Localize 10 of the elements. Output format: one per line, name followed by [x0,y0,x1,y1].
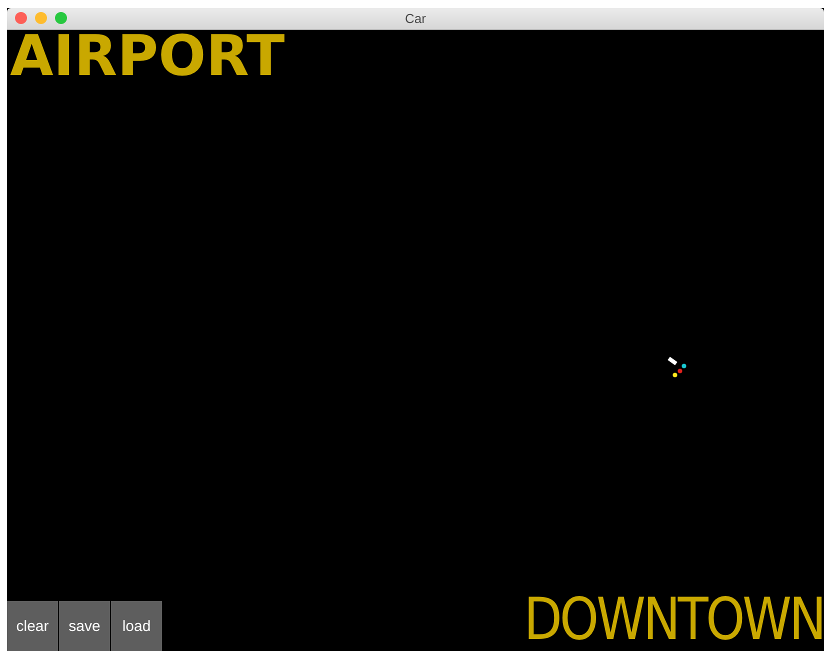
canvas-button[interactable]: save [59,601,110,651]
zoom-button[interactable] [55,12,67,24]
drawing-canvas[interactable]: AIRPORT clear save load DOWNTOWN [7,30,824,651]
minimize-button[interactable] [35,12,47,24]
window-title: Car [405,11,426,26]
canvas-button[interactable]: clear [7,601,58,651]
canvas-button[interactable]: load [111,601,162,651]
handwritten-label: DOWNTOWN [524,589,824,649]
handwritten-label: AIRPORT [10,30,285,84]
close-button[interactable] [15,12,27,24]
